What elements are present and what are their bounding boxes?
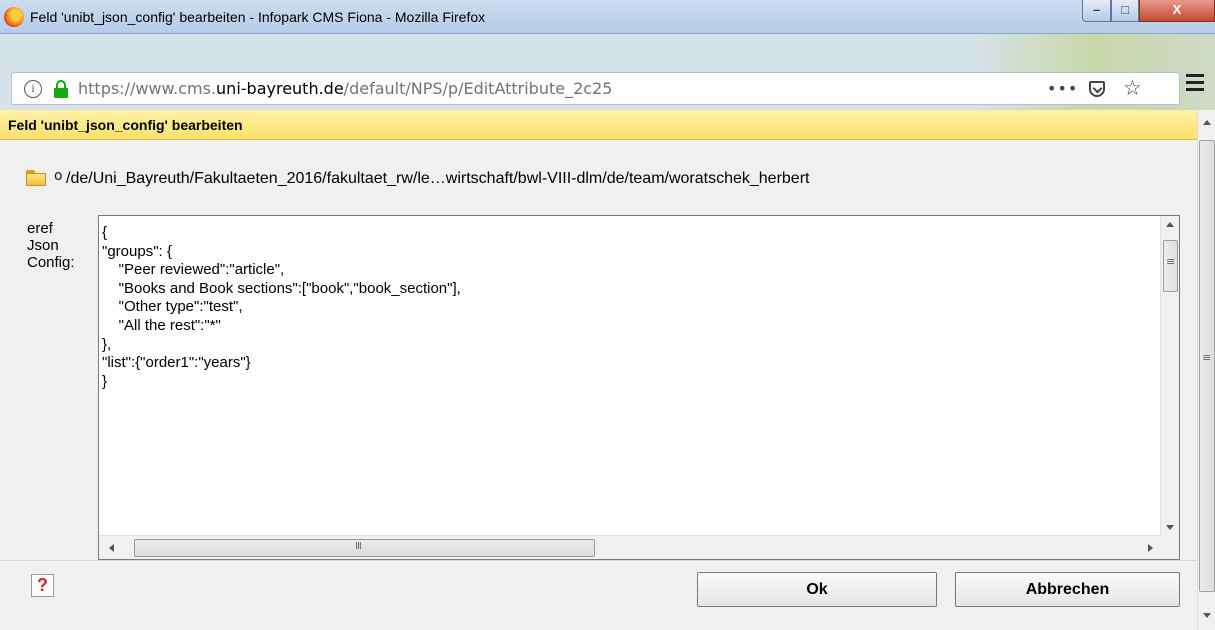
url-path: /default/NPS/p/EditAttribute_2c25	[343, 79, 613, 98]
cancel-button[interactable]: Abbrechen	[955, 572, 1180, 607]
dialog-footer: ? Ok Abbrechen	[0, 560, 1197, 630]
maximize-button[interactable]: □	[1111, 0, 1139, 22]
folder-icon[interactable]	[26, 170, 46, 186]
field-label-line: Config:	[27, 254, 75, 271]
pocket-icon[interactable]	[1089, 81, 1105, 97]
path-bullet: o	[54, 168, 63, 184]
url-prefix: https://www.cms.	[78, 79, 217, 98]
editor-vscroll-thumb[interactable]	[1163, 240, 1178, 292]
json-config-value[interactable]: { "groups": { "Peer reviewed":"article",…	[102, 224, 461, 391]
help-glyph: ?	[37, 575, 48, 595]
hamburger-menu-icon[interactable]	[1186, 74, 1204, 92]
lock-icon[interactable]	[54, 80, 68, 98]
editor-hscroll-thumb[interactable]	[134, 539, 595, 557]
close-icon: X	[1172, 2, 1182, 17]
page-scroll-down-icon[interactable]	[1203, 613, 1211, 618]
firefox-logo-icon	[4, 7, 24, 27]
dialog-title: Feld 'unibt_json_config' bearbeiten	[8, 117, 243, 133]
scroll-up-arrow-icon[interactable]	[1166, 222, 1174, 227]
help-icon[interactable]: ?	[31, 574, 54, 597]
maximize-icon: □	[1121, 2, 1129, 17]
url-bar[interactable]: i https://www.cms.uni-bayreuth.de/defaul…	[11, 72, 1180, 105]
page-vscroll-thumb[interactable]	[1199, 140, 1215, 592]
url-text[interactable]: https://www.cms.uni-bayreuth.de/default/…	[78, 79, 612, 98]
scrollbar-corner	[1160, 535, 1179, 559]
navigation-toolbar: i https://www.cms.uni-bayreuth.de/defaul…	[0, 34, 1215, 110]
scroll-left-arrow-icon[interactable]	[109, 544, 114, 552]
editor-horizontal-scrollbar[interactable]	[99, 535, 1161, 559]
window-title: Feld 'unibt_json_config' bearbeiten - In…	[30, 9, 486, 25]
page-actions-dots-icon[interactable]: •••	[1047, 79, 1078, 98]
page-scroll-up-icon[interactable]	[1203, 120, 1211, 125]
field-label: eref Json Config:	[27, 220, 75, 271]
dialog-header: Feld 'unibt_json_config' bearbeiten	[0, 110, 1197, 140]
field-label-line: Json	[27, 237, 59, 254]
url-domain: uni-bayreuth.de	[216, 79, 344, 98]
minimize-icon: –	[1092, 2, 1101, 17]
info-icon[interactable]: i	[24, 80, 42, 98]
field-label-line: eref	[27, 220, 53, 237]
ok-button[interactable]: Ok	[697, 572, 937, 607]
scroll-down-arrow-icon[interactable]	[1166, 525, 1174, 530]
json-config-textarea[interactable]: { "groups": { "Peer reviewed":"article",…	[98, 215, 1180, 560]
minimize-button[interactable]: –	[1082, 0, 1111, 22]
object-path[interactable]: /de/Uni_Bayreuth/Fakultaeten_2016/fakult…	[66, 170, 809, 188]
bookmark-star-icon[interactable]: ☆	[1123, 76, 1142, 100]
page-vertical-scrollbar[interactable]	[1197, 110, 1215, 630]
close-button[interactable]: X	[1139, 0, 1215, 22]
dialog-content: o /de/Uni_Bayreuth/Fakultaeten_2016/faku…	[0, 140, 1197, 630]
scroll-right-arrow-icon[interactable]	[1148, 544, 1153, 552]
window-titlebar: Feld 'unibt_json_config' bearbeiten - In…	[0, 0, 1215, 34]
editor-vertical-scrollbar[interactable]	[1160, 216, 1179, 536]
